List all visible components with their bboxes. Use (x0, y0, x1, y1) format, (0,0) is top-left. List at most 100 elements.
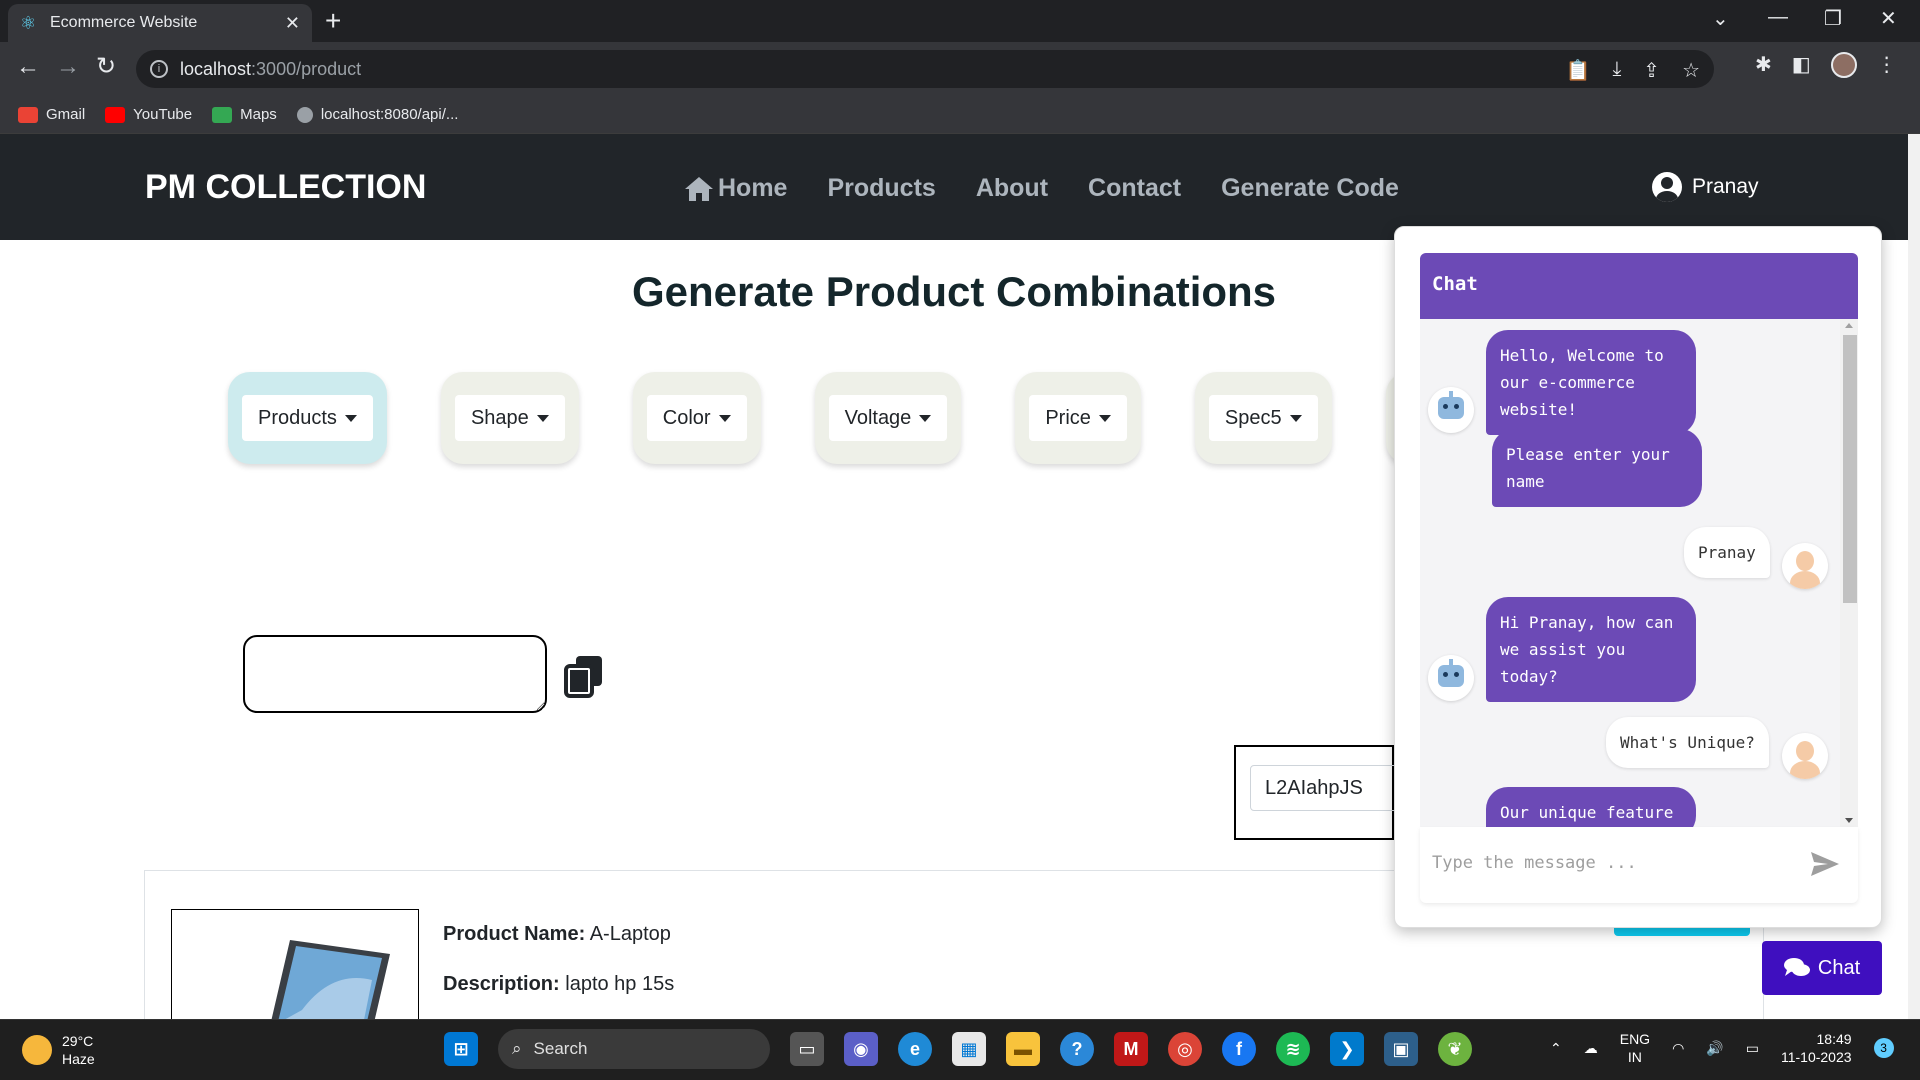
weather-condition: Haze (62, 1051, 95, 1067)
language-indicator[interactable]: ENG IN (1620, 1030, 1650, 1066)
site-info-icon[interactable]: i (150, 60, 168, 78)
chrome-icon[interactable]: ◎ (1168, 1032, 1202, 1066)
comments-icon (1783, 958, 1810, 976)
volume-icon[interactable]: 🔊 (1706, 1040, 1723, 1057)
caret-down-icon (344, 414, 357, 422)
mcafee-icon[interactable]: M (1114, 1032, 1148, 1066)
extensions-icon[interactable]: ✱ (1755, 52, 1772, 78)
teams-chat-icon[interactable]: ◉ (844, 1032, 878, 1066)
product-description: lapto hp 15s (565, 973, 675, 995)
caret-down-icon (536, 414, 549, 422)
menu-kebab-icon[interactable]: ⋮ (1877, 52, 1897, 78)
clock[interactable]: 18:49 11-10-2023 (1781, 1030, 1852, 1066)
combination-textarea[interactable] (243, 635, 547, 713)
clipboard-icon[interactable]: 📋 (1566, 58, 1591, 83)
scroll-up-arrow-icon[interactable] (1845, 323, 1853, 328)
user-name: Pranay (1692, 175, 1759, 198)
copy-icon[interactable] (564, 654, 604, 698)
wifi-icon[interactable]: ◠ (1672, 1040, 1684, 1057)
battery-icon[interactable]: ▭ (1746, 1040, 1759, 1057)
store-icon[interactable]: ▦ (952, 1032, 986, 1066)
bookmark-youtube[interactable]: YouTube (105, 106, 192, 123)
task-view-icon[interactable]: ▭ (790, 1032, 824, 1066)
taskbar-search[interactable]: ⌕ Search (498, 1029, 770, 1069)
install-icon[interactable]: ⤓ (1612, 58, 1621, 83)
vscode-icon[interactable]: ❯ (1330, 1032, 1364, 1066)
help-icon[interactable]: ? (1060, 1032, 1094, 1066)
close-window-button[interactable]: ✕ (1880, 6, 1897, 31)
caret-down-icon (718, 414, 731, 422)
profile-avatar[interactable] (1830, 52, 1857, 78)
products-dropdown[interactable]: Products (242, 395, 373, 441)
user-avatar-icon (1782, 543, 1828, 589)
clock-date: 11-10-2023 (1780, 1049, 1852, 1065)
weather-haze-icon (22, 1035, 52, 1065)
notification-badge[interactable]: 3 (1873, 1038, 1894, 1058)
bookmark-maps[interactable]: Maps (212, 106, 277, 123)
chevron-up-icon[interactable]: ⌃ (1550, 1040, 1562, 1057)
open-chat-button[interactable]: Chat (1762, 941, 1882, 995)
file-explorer-icon[interactable]: ▬ (1006, 1032, 1040, 1066)
chat-message-user: Pranay (1684, 527, 1770, 578)
bookmark-localhost-api[interactable]: localhost:8080/api/... (296, 106, 458, 123)
send-icon[interactable] (1810, 851, 1840, 877)
nav-products[interactable]: Products (827, 174, 935, 203)
maps-icon (212, 106, 233, 123)
bookmark-star-icon[interactable]: ☆ (1682, 58, 1700, 83)
chat-scroll-thumb[interactable] (1843, 335, 1857, 603)
chat-scrollbar[interactable] (1840, 319, 1858, 827)
scroll-down-arrow-icon[interactable] (1845, 818, 1853, 823)
price-dropdown[interactable]: Price (1029, 395, 1127, 441)
spring-icon[interactable]: ❦ (1438, 1032, 1472, 1066)
weather-widget[interactable]: 29°C Haze (22, 1032, 95, 1068)
tab-search-icon[interactable]: ⌄ (1712, 6, 1729, 31)
chat-header: Chat (1420, 253, 1858, 319)
back-icon[interactable]: ← (16, 54, 40, 80)
new-tab-button[interactable]: + (325, 6, 341, 36)
windows-start-icon[interactable]: ⊞ (444, 1032, 478, 1066)
forward-icon[interactable]: → (56, 54, 80, 80)
nav-home[interactable]: Home (684, 174, 787, 203)
bot-avatar-icon (1428, 387, 1474, 433)
side-panel-icon[interactable]: ◧ (1792, 52, 1811, 78)
bookmark-gmail[interactable]: Gmail (18, 106, 85, 123)
chat-messages[interactable]: Hello, Welcome to our e-commerce website… (1420, 319, 1858, 827)
chat-message-bot: Please enter your name (1492, 429, 1702, 507)
bookmarks-bar: Gmail YouTube Maps localhost:8080/api/..… (0, 96, 1920, 134)
minimize-button[interactable]: — (1768, 6, 1788, 29)
extension-toolbar: ✱ ◧ ⋮ (1755, 52, 1897, 78)
color-dropdown[interactable]: Color (646, 395, 747, 441)
chat-message-input[interactable]: Type the message ... (1432, 853, 1637, 873)
browser-tab[interactable]: ⚛ Ecommerce Website ✕ (8, 4, 312, 42)
voltage-dropdown[interactable]: Voltage (828, 395, 948, 441)
chat-message-bot: Our unique feature (1486, 787, 1696, 827)
system-tray: ⌃ ☁ ENG IN ◠ 🔊 ▭ 18:49 11-10-2023 3 (1550, 1030, 1894, 1066)
reload-icon[interactable]: ↻ (96, 54, 116, 80)
page-scrollbar[interactable] (1908, 134, 1920, 1019)
chat-message-bot: Hi Pranay, how can we assist you today? (1486, 597, 1696, 702)
home-icon (685, 176, 713, 201)
url-bar[interactable]: i localhost :3000/product 📋 ⤓ ⇪ ☆ (136, 50, 1714, 88)
close-tab-icon[interactable]: ✕ (285, 13, 300, 34)
brand-logo[interactable]: PM COLLECTION (145, 168, 426, 207)
spec5-dropdown[interactable]: Spec5 (1208, 395, 1318, 441)
nav-contact[interactable]: Contact (1088, 174, 1181, 203)
onedrive-cloud-icon[interactable]: ☁ (1584, 1040, 1598, 1057)
bot-avatar-icon (1428, 655, 1474, 701)
generated-code-field[interactable]: L2AIahpJS (1250, 765, 1410, 811)
site-navbar: PM COLLECTION Home Products About Contac… (0, 134, 1908, 240)
nav-generate-code[interactable]: Generate Code (1221, 174, 1399, 203)
facebook-icon[interactable]: f (1222, 1032, 1256, 1066)
user-menu[interactable]: Pranay (1652, 172, 1759, 202)
edge-icon[interactable]: e (898, 1032, 932, 1066)
share-icon[interactable]: ⇪ (1643, 58, 1660, 83)
user-avatar-icon (1782, 733, 1828, 779)
restore-button[interactable]: ❐ (1824, 6, 1842, 31)
ide-icon[interactable]: ▣ (1384, 1032, 1418, 1066)
caret-down-icon (1289, 414, 1302, 422)
shape-dropdown[interactable]: Shape (454, 395, 565, 441)
filter-row: Products Shape Color Voltage Price Spec5… (228, 372, 1446, 464)
product-description-line: Description: lapto hp 15s (443, 973, 675, 995)
spotify-icon[interactable]: ≋ (1276, 1032, 1310, 1066)
nav-about[interactable]: About (976, 174, 1048, 203)
